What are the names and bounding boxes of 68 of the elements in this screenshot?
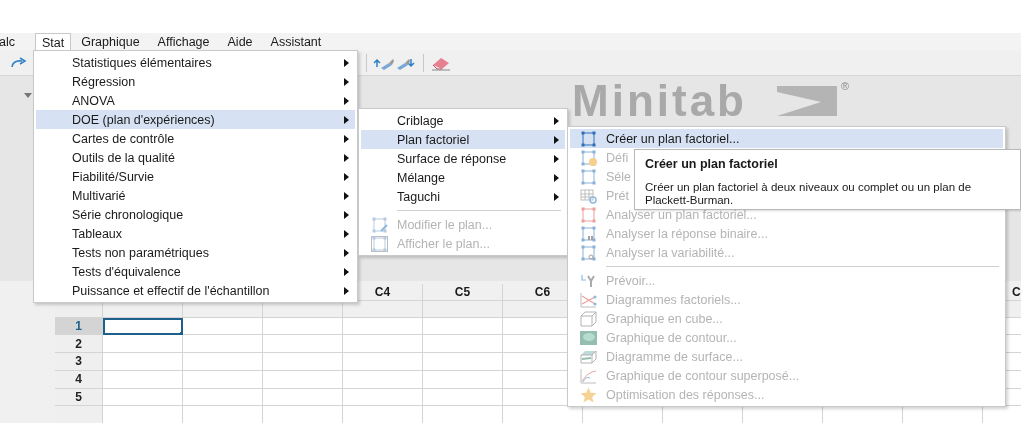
table-cell[interactable] xyxy=(423,335,503,354)
table-cell[interactable] xyxy=(103,353,183,371)
row-header[interactable]: 2 xyxy=(55,335,103,354)
frame-gear-icon xyxy=(579,149,597,166)
menu-item[interactable]: Outils de la qualité xyxy=(72,150,175,165)
tooltip-title: Créer un plan factoriel xyxy=(645,157,779,171)
table-cell[interactable] xyxy=(263,406,343,423)
grid-refresh-icon xyxy=(579,187,597,204)
frame-icon xyxy=(579,244,597,261)
row-header[interactable]: 3 xyxy=(55,353,103,371)
menu-item[interactable]: Plan factoriel xyxy=(361,130,565,149)
logo-mark-icon xyxy=(777,86,837,116)
frame-pen-icon xyxy=(370,216,388,233)
table-cell[interactable] xyxy=(263,353,343,371)
menu-item[interactable]: Régression xyxy=(72,74,136,89)
menu-item[interactable]: Surface de réponse xyxy=(397,151,507,166)
overlay-plot-icon xyxy=(579,367,597,384)
menu-item[interactable]: Affichage xyxy=(149,33,218,51)
registered-mark: ® xyxy=(841,80,850,92)
line-plot-icon xyxy=(579,291,597,308)
surface-icon xyxy=(579,348,597,365)
menu-item[interactable]: Créer un plan factoriel... xyxy=(570,129,1003,148)
menu-item[interactable]: Statistiques élémentaires xyxy=(72,55,212,70)
menu-item[interactable]: ANOVA xyxy=(72,93,115,108)
menu-item[interactable]: Graphique xyxy=(73,33,148,51)
redo-icon xyxy=(10,56,28,70)
menu-item[interactable]: Série chronologique xyxy=(72,207,184,222)
table-cell[interactable] xyxy=(503,406,583,423)
table-cell[interactable] xyxy=(343,335,423,354)
tooltip-text: Créer un plan factoriel à deux niveaux ou complet ou un plan de Plackett-Burman. xyxy=(645,181,973,207)
menu-item[interactable]: Multivarié xyxy=(72,188,126,203)
menu-item[interactable]: Assistant xyxy=(262,33,330,51)
table-cell[interactable] xyxy=(183,353,263,371)
menu-item[interactable]: alc xyxy=(0,33,23,51)
menu-item[interactable]: Tests d'équivalence xyxy=(72,264,181,279)
contour-icon xyxy=(579,329,597,346)
menu-item[interactable]: Taguchi xyxy=(397,189,441,204)
dropdown-caret-icon xyxy=(24,93,32,98)
frame-icon xyxy=(579,225,597,242)
menu-item[interactable]: DOE (plan d'expériences) xyxy=(36,110,355,129)
table-cell[interactable] xyxy=(343,406,423,423)
bracket-frame-icon xyxy=(579,206,597,223)
table-cell[interactable] xyxy=(103,406,183,423)
menu-item[interactable]: Aide xyxy=(219,33,261,51)
table-cell[interactable] xyxy=(183,335,263,354)
menu-item[interactable]: Puissance et effectif de l'échantillon xyxy=(72,283,270,298)
table-cell[interactable] xyxy=(423,406,503,423)
branch-arrow-icon xyxy=(579,272,597,289)
bracket-frame-icon xyxy=(579,130,597,147)
table-cell[interactable] xyxy=(423,353,503,371)
framed-grid-icon xyxy=(370,235,388,252)
menu-item[interactable]: Criblage xyxy=(397,113,444,128)
menu-item[interactable]: Mélange xyxy=(397,170,445,185)
bracket-frame-icon xyxy=(579,168,597,185)
column-header[interactable]: C5 xyxy=(423,284,503,301)
menu-item[interactable]: Cartes de contrôle xyxy=(72,131,175,146)
table-cell[interactable] xyxy=(343,353,423,371)
logo-text: Minitab xyxy=(572,78,747,124)
menu-item[interactable]: Tests non paramétriques xyxy=(72,245,209,260)
menu-item[interactable]: Fiabilité/Survie xyxy=(72,169,154,184)
table-cell[interactable] xyxy=(183,406,263,423)
cube-icon xyxy=(579,310,597,327)
table-cell[interactable] xyxy=(263,335,343,354)
star-icon xyxy=(579,386,597,403)
menu-item[interactable]: Tableaux xyxy=(72,226,123,241)
active-cell[interactable] xyxy=(103,317,183,336)
table-cell[interactable] xyxy=(103,335,183,354)
eraser-icon xyxy=(430,55,452,71)
